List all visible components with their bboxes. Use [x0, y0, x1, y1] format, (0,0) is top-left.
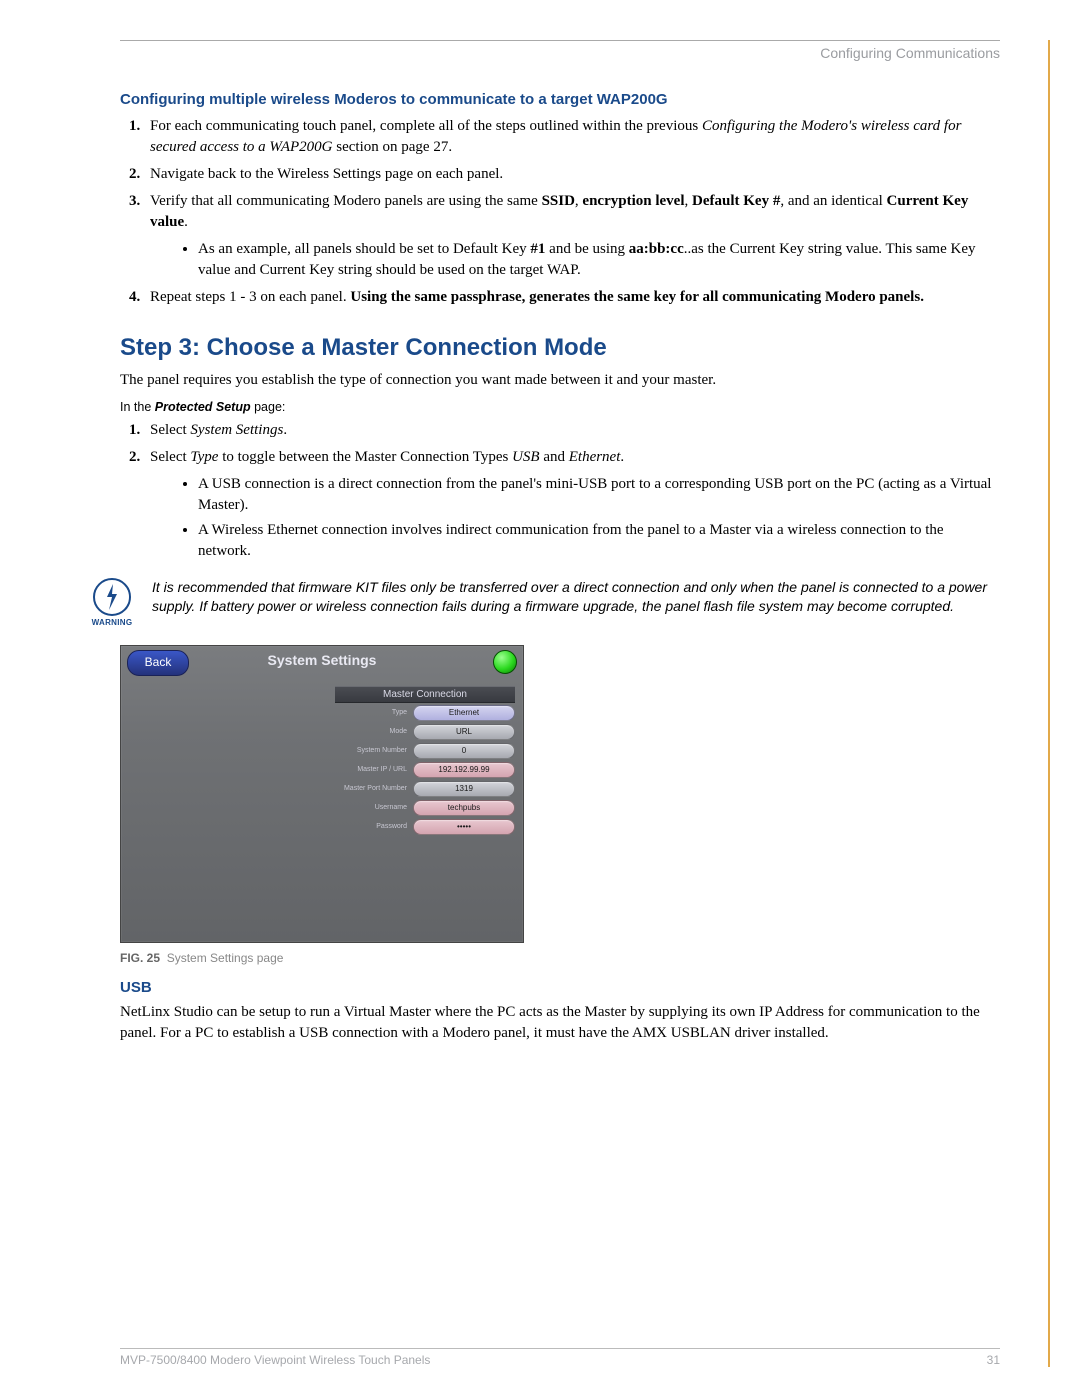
- sub-bullet-list: As an example, all panels should be set …: [150, 239, 1000, 281]
- field-row-password: Password •••••: [335, 817, 515, 836]
- field-label: Mode: [335, 728, 409, 735]
- text-run: .: [184, 214, 188, 230]
- panel-header: Master Connection: [335, 686, 515, 703]
- field-row-type: Type Ethernet: [335, 703, 515, 722]
- list-item: Select Type to toggle between the Master…: [144, 447, 1000, 562]
- field-row-master-ip: Master IP / URL 192.192.99.99: [335, 760, 515, 779]
- field-label: Type: [335, 709, 409, 716]
- text-run: to toggle between the Master Connection …: [218, 449, 512, 465]
- list-item: Navigate back to the Wireless Settings p…: [144, 164, 1000, 185]
- text-run: Verify that all communicating Modero pan…: [150, 193, 542, 209]
- page-accent-bar: [1048, 40, 1050, 1367]
- password-field[interactable]: •••••: [413, 819, 515, 835]
- protected-setup-line: In the Protected Setup page:: [120, 400, 1000, 414]
- text-run-bold: #1: [530, 241, 545, 257]
- status-indicator-icon[interactable]: [493, 650, 517, 674]
- heading-usb: USB: [120, 979, 1000, 996]
- heading-config-multi: Configuring multiple wireless Moderos to…: [120, 91, 1000, 108]
- list-item: Verify that all communicating Modero pan…: [144, 191, 1000, 281]
- text-run-bold: Default Key #: [692, 193, 780, 209]
- text-run: , and an identical: [780, 193, 886, 209]
- text-run: For each communicating touch panel, comp…: [150, 118, 702, 134]
- lightning-icon: [93, 578, 131, 616]
- list-item: Repeat steps 1 - 3 on each panel. Using …: [144, 287, 1000, 308]
- text-run-bold: encryption level: [582, 193, 684, 209]
- field-label: Username: [335, 804, 409, 811]
- text-run: ,: [685, 193, 693, 209]
- mode-button[interactable]: URL: [413, 724, 515, 740]
- screenshot-topbar: Back System Settings: [121, 646, 523, 678]
- page-footer: MVP-7500/8400 Modero Viewpoint Wireless …: [120, 1348, 1000, 1367]
- master-connection-panel: Master Connection Type Ethernet Mode URL…: [335, 686, 515, 836]
- text-run-italic: Ethernet: [569, 449, 621, 465]
- figure-caption: FIG. 25 System Settings page: [120, 951, 1000, 965]
- field-row-mode: Mode URL: [335, 722, 515, 741]
- list-item: For each communicating touch panel, comp…: [144, 116, 1000, 158]
- list-item: Select System Settings.: [144, 420, 1000, 441]
- text-run: section on page 27.: [333, 139, 453, 155]
- footer-doc-title: MVP-7500/8400 Modero Viewpoint Wireless …: [120, 1353, 430, 1367]
- text-run-bold: Using the same passphrase, generates the…: [350, 289, 924, 305]
- field-label: Master IP / URL: [335, 766, 409, 773]
- footer-page-number: 31: [987, 1353, 1000, 1367]
- text-run: Select: [150, 422, 190, 438]
- footer-rule: [120, 1348, 1000, 1349]
- figure-caption-text: System Settings page: [167, 951, 284, 965]
- text-run-italic: Protected Setup: [155, 400, 251, 414]
- list-item: A USB connection is a direct connection …: [198, 474, 1000, 516]
- usb-paragraph: NetLinx Studio can be setup to run a Vir…: [120, 1002, 1000, 1043]
- type-button[interactable]: Ethernet: [413, 705, 515, 721]
- text-run: Select: [150, 449, 190, 465]
- step3-steps-list: Select System Settings. Select Type to t…: [120, 420, 1000, 562]
- field-row-master-port: Master Port Number 1319: [335, 779, 515, 798]
- step3-intro: The panel requires you establish the typ…: [120, 370, 1000, 390]
- text-run: In the: [120, 400, 155, 414]
- sub-bullet-list: A USB connection is a direct connection …: [150, 474, 1000, 562]
- text-run: and be using: [545, 241, 628, 257]
- system-settings-screenshot: Back System Settings Master Connection T…: [120, 645, 524, 943]
- text-run: and: [540, 449, 569, 465]
- username-field[interactable]: techpubs: [413, 800, 515, 816]
- text-run: page:: [251, 400, 286, 414]
- list-item: A Wireless Ethernet connection involves …: [198, 520, 1000, 562]
- text-run: Repeat steps 1 - 3 on each panel.: [150, 289, 350, 305]
- text-run-bold: SSID: [542, 193, 575, 209]
- warning-block: WARNING It is recommended that firmware …: [90, 578, 1000, 627]
- text-run: As an example, all panels should be set …: [198, 241, 530, 257]
- header-section-label: Configuring Communications: [120, 45, 1000, 61]
- field-row-username: Username techpubs: [335, 798, 515, 817]
- heading-step3: Step 3: Choose a Master Connection Mode: [120, 334, 1000, 362]
- field-row-system-number: System Number 0: [335, 741, 515, 760]
- text-run-italic: Type: [190, 449, 218, 465]
- master-ip-field[interactable]: 192.192.99.99: [413, 762, 515, 778]
- warning-label: WARNING: [90, 618, 134, 627]
- text-run-italic: USB: [512, 449, 540, 465]
- text-run: .: [620, 449, 624, 465]
- text-run-bold: aa:bb:cc: [629, 241, 684, 257]
- system-number-field[interactable]: 0: [413, 743, 515, 759]
- field-label: System Number: [335, 747, 409, 754]
- text-run-italic: System Settings: [190, 422, 283, 438]
- field-label: Password: [335, 823, 409, 830]
- header-rule: [120, 40, 1000, 41]
- text-run: .: [283, 422, 287, 438]
- master-port-field[interactable]: 1319: [413, 781, 515, 797]
- warning-icon-container: WARNING: [90, 578, 134, 627]
- config-steps-list: For each communicating touch panel, comp…: [120, 116, 1000, 308]
- list-item: As an example, all panels should be set …: [198, 239, 1000, 281]
- warning-text: It is recommended that firmware KIT file…: [152, 578, 1000, 616]
- screenshot-title: System Settings: [121, 652, 523, 668]
- figure-number: FIG. 25: [120, 951, 160, 965]
- field-label: Master Port Number: [335, 785, 409, 792]
